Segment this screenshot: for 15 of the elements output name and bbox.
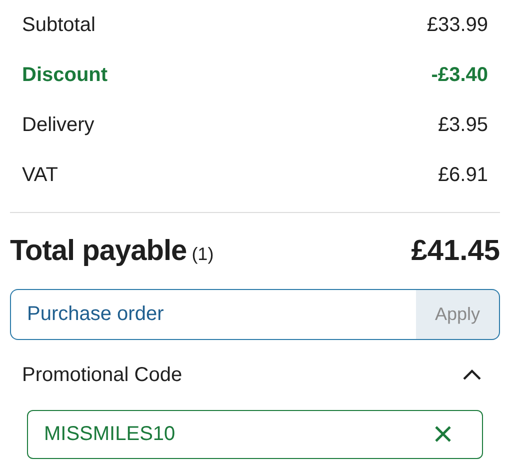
- summary-amount: £6.91: [438, 164, 488, 186]
- summary-label: VAT: [22, 164, 58, 186]
- summary-label: Discount: [22, 64, 108, 86]
- promo-code-field[interactable]: MISSMILES10: [27, 410, 483, 459]
- summary-amount: £33.99: [426, 14, 488, 36]
- clear-icon[interactable]: [435, 426, 451, 442]
- total-amount: £41.45: [411, 234, 500, 268]
- promo-title: Promotional Code: [22, 364, 182, 386]
- summary-label: Subtotal: [22, 14, 96, 36]
- summary-amount: -£3.40: [431, 64, 488, 86]
- total-label: Total payable: [10, 234, 187, 268]
- caret-icon[interactable]: [462, 369, 482, 381]
- item-count: (1): [192, 244, 214, 264]
- summary-label: Delivery: [22, 114, 94, 136]
- summary-amount: £3.95: [438, 114, 488, 136]
